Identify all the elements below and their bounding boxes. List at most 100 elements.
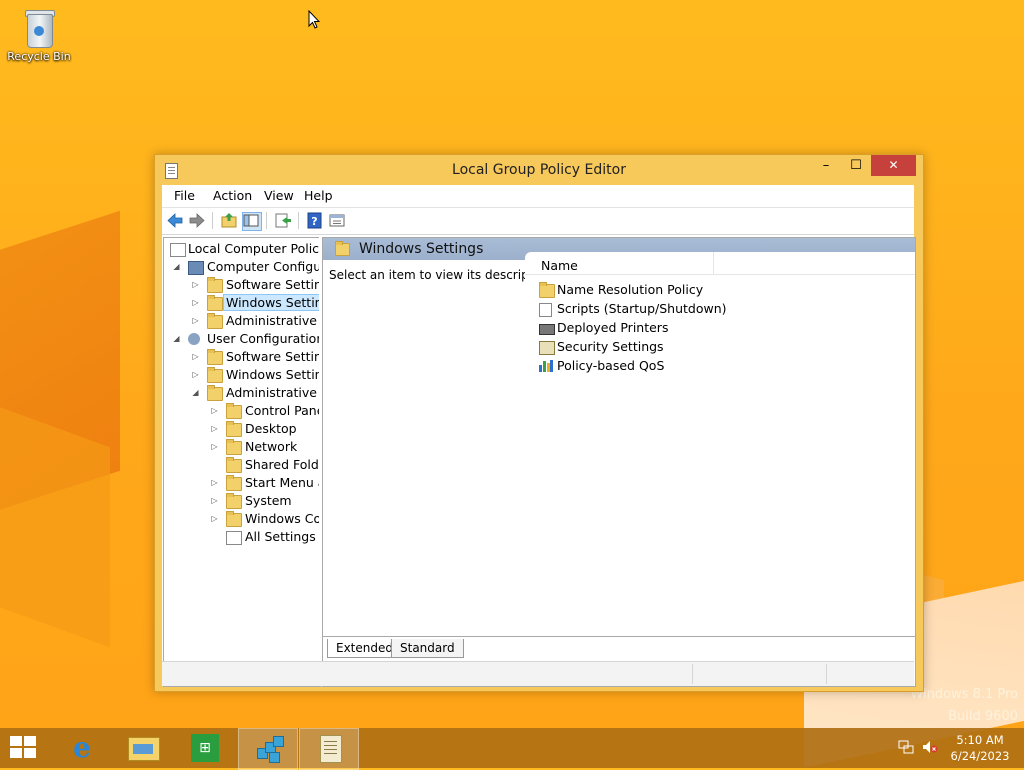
menu-action[interactable]: Action: [211, 188, 254, 203]
list-item-label: Name Resolution Policy: [557, 282, 704, 297]
start-icon: [10, 736, 38, 760]
collapsed-chevron-icon[interactable]: ▷: [210, 420, 219, 438]
results-pane: Windows Settings Select an item to view …: [322, 237, 916, 687]
column-header-name[interactable]: Name: [541, 258, 578, 273]
clock-time: 5:10 AM: [956, 733, 1004, 747]
tree-item-label: Software Settings: [226, 349, 321, 364]
tree-item-label: Computer Configura: [207, 259, 321, 274]
tree-item-label: Windows Cor: [245, 511, 321, 526]
tree-item-label: Administrative Te: [226, 313, 320, 328]
status-divider: [692, 664, 693, 684]
internet-explorer-icon: e: [73, 731, 91, 764]
toolbar-separator: [266, 212, 267, 229]
scripts-icon: [539, 303, 552, 317]
printer-icon: [539, 324, 555, 335]
watermark-edition: Windows 8.1 Pro: [910, 687, 1018, 702]
console-tree[interactable]: Local Computer Policy ◢ Computer Configu…: [163, 237, 321, 687]
user-icon: [188, 333, 200, 345]
tree-item-label: User Configuration: [207, 331, 321, 346]
notepad-icon: [320, 735, 342, 763]
taskbar-notepad[interactable]: [299, 728, 359, 770]
tree-item-label: Local Computer Policy: [188, 241, 321, 256]
status-bar: [162, 661, 914, 686]
recycle-bin-icon: [23, 8, 55, 48]
export-list-icon[interactable]: [274, 212, 292, 229]
results-list[interactable]: Name Name Resolution Policy Scripts (Sta…: [525, 252, 915, 636]
menu-file[interactable]: File: [172, 188, 197, 203]
collapsed-chevron-icon[interactable]: ▷: [210, 474, 219, 492]
window-title: Local Group Policy Editor: [452, 162, 626, 178]
tree-item-label: Control Panel: [245, 403, 321, 418]
watermark-build: Build 9600: [948, 709, 1018, 724]
toolbar-separator: [298, 212, 299, 229]
tree-item-label: Shared Folder: [245, 457, 320, 472]
wallpaper-shape: [0, 392, 110, 648]
description-panel: Select an item to view its description.: [323, 260, 555, 636]
forward-icon[interactable]: [188, 212, 206, 229]
folder-icon: [207, 277, 223, 293]
menu-help[interactable]: Help: [302, 188, 335, 203]
os-watermark: Windows 8.1 Pro Build 9600: [910, 684, 1018, 728]
maximize-button[interactable]: ☐: [843, 155, 869, 176]
network-icon[interactable]: [898, 740, 914, 754]
properties-icon[interactable]: [328, 212, 346, 229]
tree-item-label: Administrative Te: [226, 385, 320, 400]
title-bar[interactable]: Local Group Policy Editor – ☐ ✕: [155, 155, 923, 185]
up-folder-icon[interactable]: [220, 212, 238, 229]
group-policy-editor-window[interactable]: Local Group Policy Editor – ☐ ✕ File Act…: [154, 154, 924, 692]
desktop-icon-label: Recycle Bin: [7, 50, 71, 63]
collapsed-chevron-icon[interactable]: ▷: [210, 492, 219, 510]
collapsed-chevron-icon[interactable]: ▷: [210, 438, 219, 456]
minimize-button[interactable]: –: [813, 155, 839, 176]
security-icon: [539, 341, 555, 355]
folder-icon: [226, 421, 242, 437]
tree-item-label: System: [245, 493, 292, 508]
start-button[interactable]: [0, 728, 58, 768]
list-item-label: Security Settings: [557, 339, 664, 354]
menu-view[interactable]: View: [262, 188, 296, 203]
folder-icon: [207, 385, 223, 401]
settings-doc-icon: [226, 531, 242, 545]
qos-chart-icon: [539, 360, 553, 372]
collapsed-chevron-icon[interactable]: ▷: [191, 294, 200, 312]
folder-icon: [207, 295, 223, 311]
collapsed-chevron-icon[interactable]: ▷: [191, 348, 200, 366]
back-icon[interactable]: [166, 212, 184, 229]
folder-icon: [207, 313, 223, 329]
collapsed-chevron-icon[interactable]: ▷: [191, 366, 200, 384]
close-button[interactable]: ✕: [871, 155, 916, 176]
store-icon: ⊞: [191, 734, 219, 762]
collapsed-chevron-icon[interactable]: ▷: [210, 510, 219, 528]
show-hide-tree-icon[interactable]: [242, 212, 262, 231]
expanded-chevron-icon[interactable]: ◢: [191, 384, 200, 402]
system-clock[interactable]: 5:10 AM 6/24/2023: [944, 732, 1016, 764]
collapsed-chevron-icon[interactable]: ▷: [210, 402, 219, 420]
volume-muted-icon[interactable]: [922, 740, 938, 754]
tab-standard[interactable]: Standard: [391, 639, 464, 658]
folder-icon: [226, 493, 242, 509]
taskbar-file-explorer[interactable]: [112, 728, 170, 768]
expanded-chevron-icon[interactable]: ◢: [172, 330, 181, 348]
group-policy-icon: [255, 734, 285, 764]
tree-item-label: Windows Setting: [223, 294, 320, 311]
desktop-icon-recycle-bin[interactable]: Recycle Bin: [6, 8, 72, 63]
collapsed-chevron-icon[interactable]: ▷: [191, 312, 200, 330]
taskbar-internet-explorer[interactable]: e: [52, 728, 110, 768]
column-separator[interactable]: [713, 252, 714, 274]
taskbar-store[interactable]: ⊞: [174, 728, 232, 768]
toolbar: ?: [162, 207, 914, 235]
expanded-chevron-icon[interactable]: ◢: [172, 258, 181, 276]
tree-item-label: Windows Setting: [226, 367, 321, 382]
folder-icon: [226, 439, 242, 455]
taskbar: e ⊞ 5:10 AM 6/24/2023: [0, 728, 1024, 770]
column-header[interactable]: Name: [525, 252, 915, 275]
wallpaper-shape: [0, 210, 120, 530]
folder-icon: [207, 367, 223, 383]
folder-icon: [539, 282, 555, 298]
taskbar-group-policy-editor[interactable]: [238, 728, 298, 770]
collapsed-chevron-icon[interactable]: ▷: [191, 276, 200, 294]
mouse-cursor-icon: [308, 10, 320, 29]
status-divider: [826, 664, 827, 684]
menu-bar: File Action View Help: [162, 185, 914, 207]
help-icon[interactable]: ?: [306, 212, 324, 229]
